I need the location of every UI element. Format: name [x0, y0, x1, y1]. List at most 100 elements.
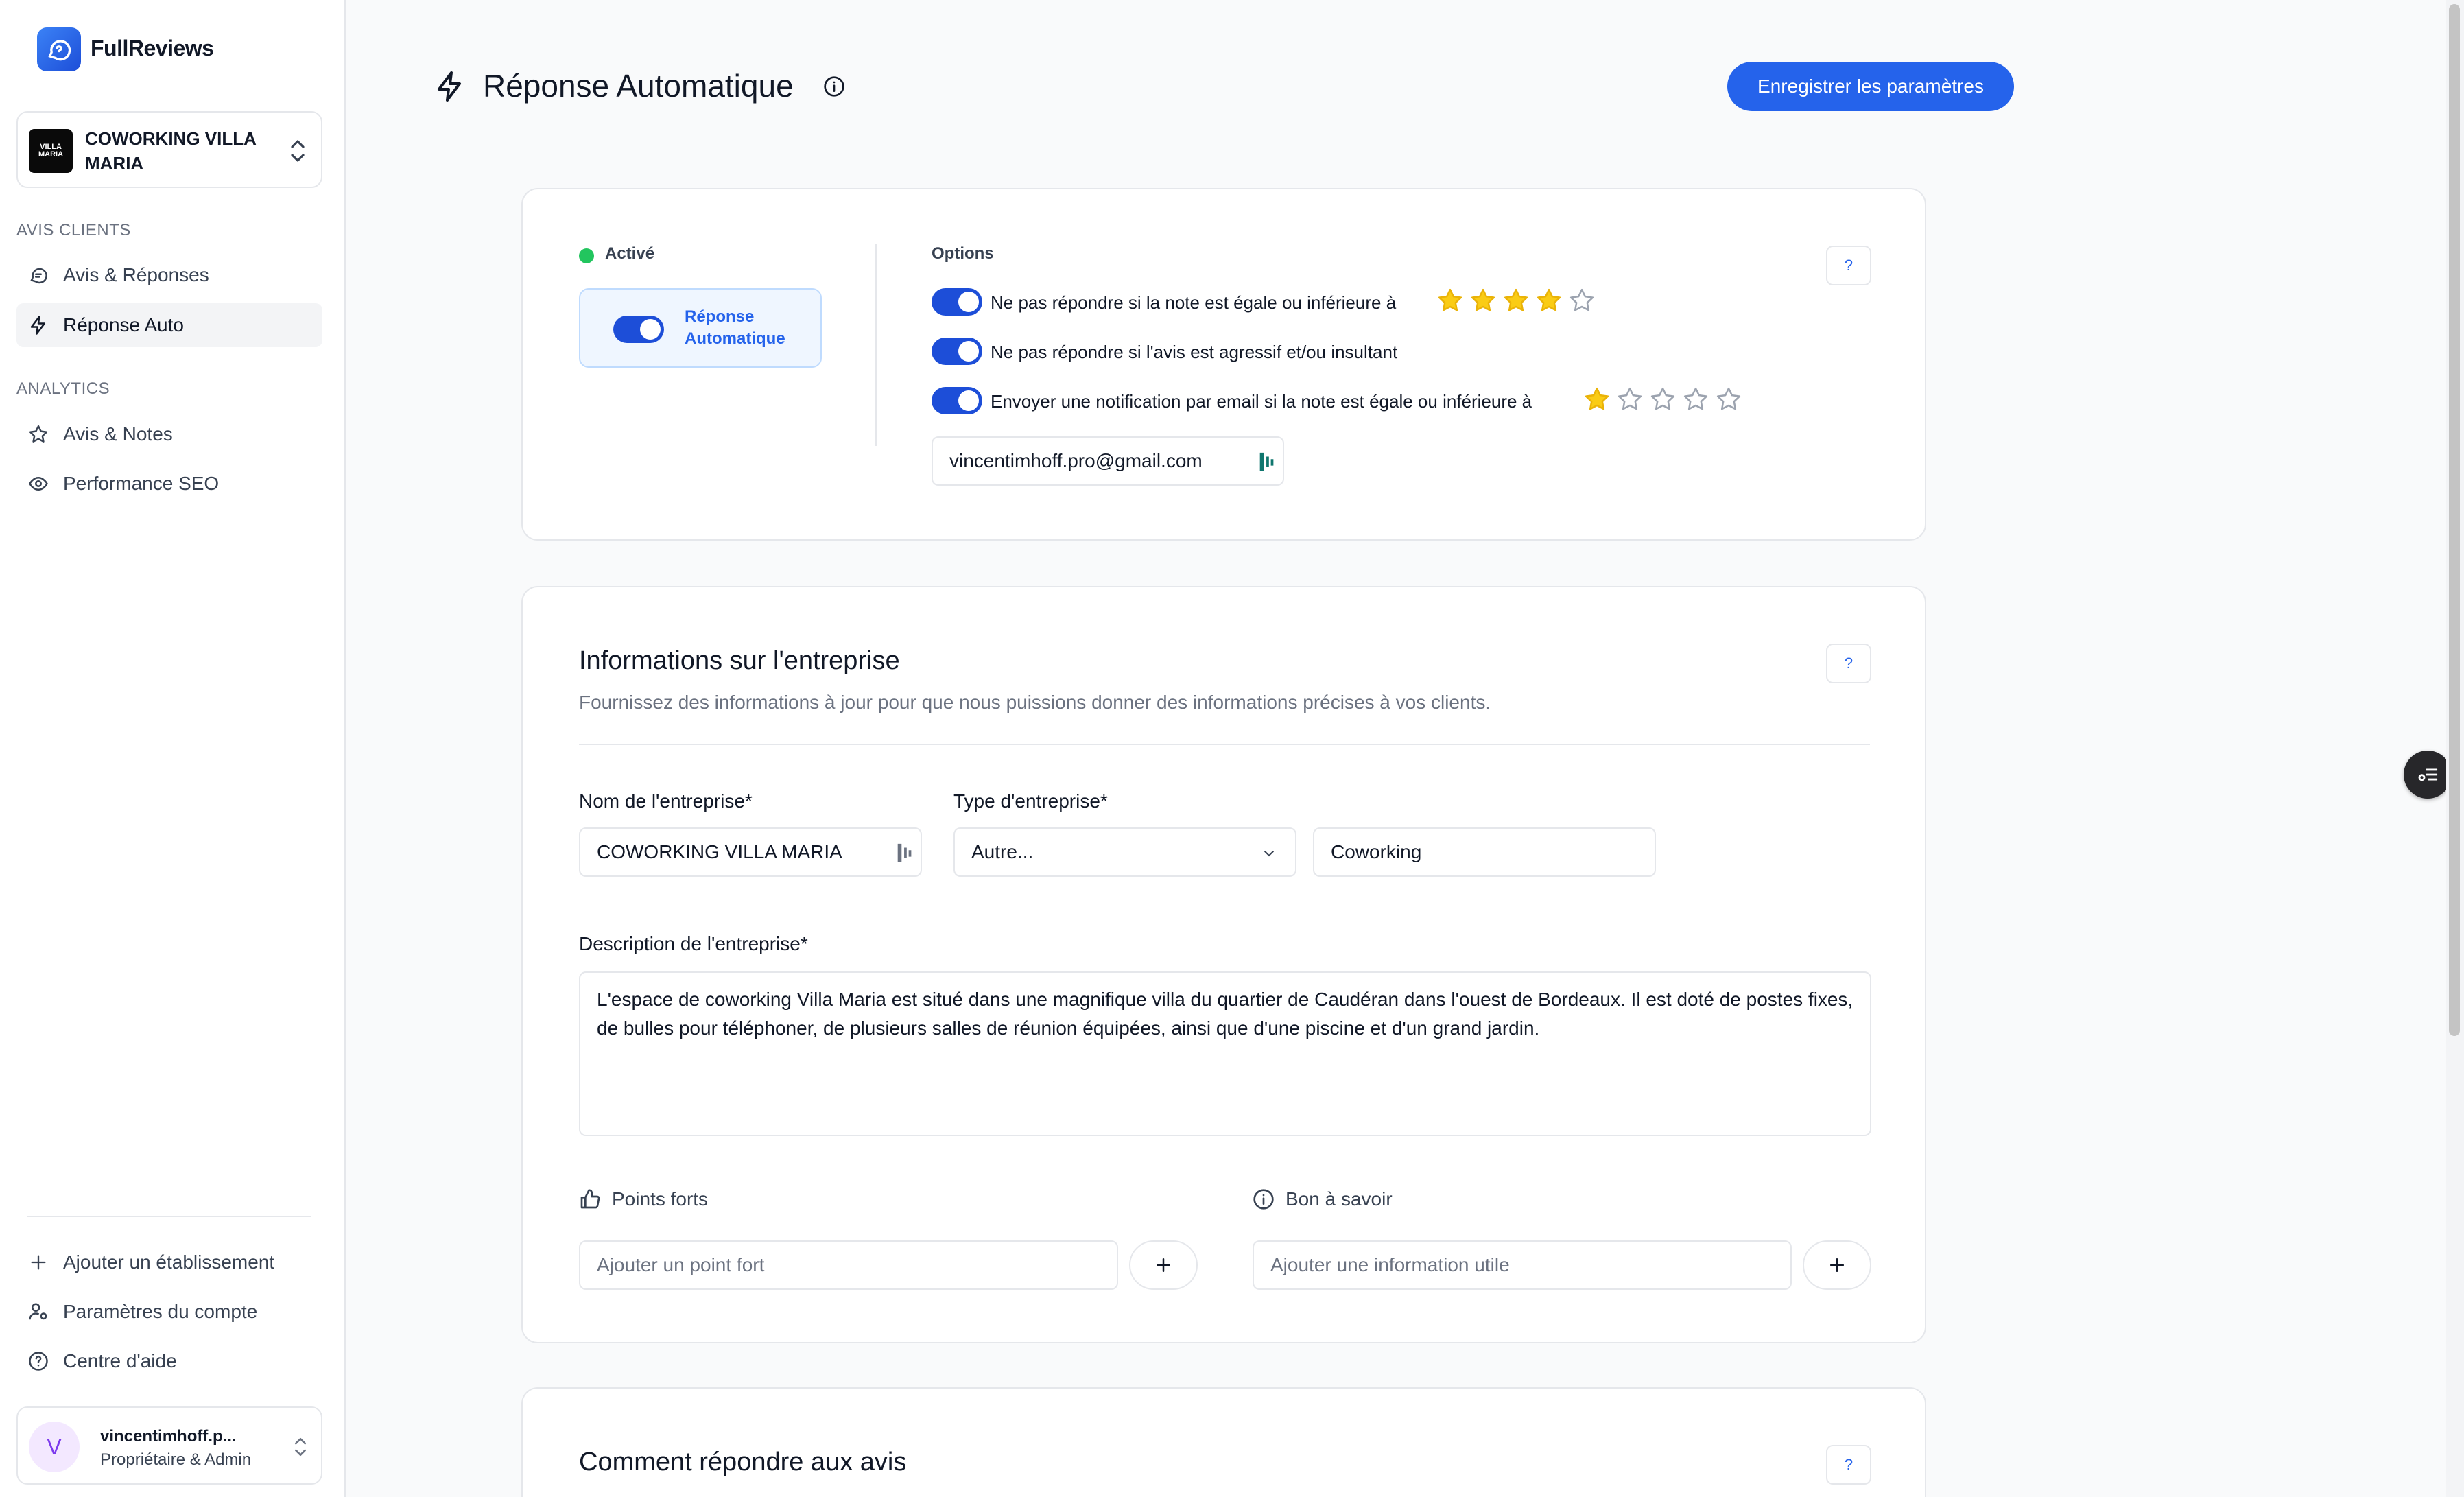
- bolt-icon: [27, 314, 49, 336]
- sidebar-item-label: Avis & Notes: [63, 423, 173, 445]
- reply-style-title: Comment répondre aux avis: [579, 1448, 907, 1476]
- auto-reply-toggle[interactable]: [613, 316, 664, 343]
- user-name: vincentimhoff.p...: [100, 1427, 237, 1446]
- business-type-label: Type d'entreprise*: [953, 790, 1108, 812]
- help-button[interactable]: ?: [1826, 1445, 1871, 1485]
- star-empty-icon[interactable]: [1649, 386, 1677, 413]
- app-name: FullReviews: [91, 36, 214, 60]
- avatar: V: [29, 1422, 80, 1472]
- sidebar-item-add-establishment[interactable]: Ajouter un établissement: [16, 1240, 322, 1284]
- sidebar-item-avis-notes[interactable]: Avis & Notes: [16, 412, 322, 456]
- business-selector[interactable]: VILLA MARIA COWORKING VILLA MARIA: [16, 111, 322, 188]
- section-label-avis-clients: AVIS CLIENTS: [16, 221, 131, 239]
- rating-stars-min-rating: [1436, 287, 1596, 314]
- add-strength-button[interactable]: [1129, 1240, 1198, 1290]
- star-empty-icon[interactable]: [1682, 386, 1709, 413]
- star-filled-icon[interactable]: [1502, 287, 1530, 314]
- sidebar-item-label: Performance SEO: [63, 473, 220, 494]
- section-divider: [579, 744, 1870, 745]
- business-name-label: Nom de l'entreprise*: [579, 790, 753, 812]
- notification-email-input[interactable]: vincentimhoff.pro@gmail.com: [932, 436, 1284, 486]
- sidebar-item-performance-seo[interactable]: Performance SEO: [16, 462, 322, 506]
- autofill-icon: [897, 843, 912, 862]
- page-title: Réponse Automatique: [483, 68, 794, 104]
- floating-menu-button[interactable]: [2404, 751, 2452, 799]
- chevron-up-down-icon: [291, 140, 305, 162]
- good-to-know-label-text: Bon à savoir: [1286, 1188, 1393, 1210]
- sidebar-item-account-settings[interactable]: Paramètres du compte: [16, 1290, 322, 1334]
- chat-icon: [27, 264, 49, 286]
- user-gear-icon: [27, 1301, 49, 1323]
- list-settings-icon: [2418, 768, 2438, 781]
- business-type-other-value: Coworking: [1331, 841, 1422, 862]
- star-empty-icon[interactable]: [1568, 287, 1596, 314]
- user-menu[interactable]: V vincentimhoff.p... Propriétaire & Admi…: [16, 1406, 322, 1485]
- star-filled-icon[interactable]: [1436, 287, 1464, 314]
- business-type-select[interactable]: Autre...: [953, 827, 1296, 877]
- business-name-value: COWORKING VILLA MARIA: [597, 841, 842, 862]
- business-name-input[interactable]: COWORKING VILLA MARIA: [579, 827, 922, 877]
- option-toggle-min-rating[interactable]: [932, 288, 982, 316]
- status-indicator: [579, 248, 594, 263]
- chevron-down-icon: [1264, 851, 1274, 857]
- strengths-input[interactable]: Ajouter un point fort: [579, 1240, 1118, 1290]
- sidebar-item-help-center[interactable]: Centre d'aide: [16, 1339, 322, 1383]
- plus-icon: [27, 1251, 49, 1273]
- sidebar-item-label: Ajouter un établissement: [63, 1251, 275, 1273]
- business-info-card: Informations sur l'entreprise Fournissez…: [521, 586, 1926, 1343]
- status-text: Activé: [605, 244, 655, 263]
- option-toggle-aggressive[interactable]: [932, 338, 982, 365]
- auto-reply-toggle-box[interactable]: Réponse Automatique: [579, 288, 822, 368]
- bolt-icon: [438, 71, 461, 102]
- star-icon: [27, 423, 49, 445]
- chevron-up-down-icon: [295, 1438, 306, 1456]
- good-to-know-label: Bon à savoir: [1253, 1188, 1393, 1210]
- description-textarea[interactable]: L'espace de coworking Villa Maria est si…: [579, 971, 1871, 1136]
- star-empty-icon[interactable]: [1715, 386, 1742, 413]
- autofill-icon: [1259, 452, 1274, 471]
- reply-style-card: Comment répondre aux avis ?: [521, 1387, 1926, 1497]
- star-filled-icon[interactable]: [1583, 386, 1611, 413]
- app-logo-icon[interactable]: [37, 27, 81, 71]
- sidebar-item-label: Centre d'aide: [63, 1350, 177, 1371]
- section-label-analytics: ANALYTICS: [16, 379, 110, 398]
- info-icon[interactable]: [823, 75, 845, 97]
- option-text-aggressive: Ne pas répondre si l'avis est agressif e…: [991, 342, 1398, 362]
- sidebar-item-avis-reponses[interactable]: Avis & Réponses: [16, 253, 322, 297]
- business-type-value: Autre...: [971, 841, 1034, 862]
- notification-email-value: vincentimhoff.pro@gmail.com: [949, 450, 1203, 471]
- options-label: Options: [932, 244, 994, 263]
- sidebar-item-label: Réponse Auto: [63, 314, 184, 335]
- strengths-label-text: Points forts: [612, 1188, 709, 1210]
- option-text-min-rating: Ne pas répondre si la note est égale ou …: [991, 292, 1397, 313]
- option-toggle-email-notify[interactable]: [932, 387, 982, 414]
- plus-icon: [1157, 1258, 1170, 1272]
- auto-reply-card: Activé Réponse Automatique Options ? Ne …: [521, 188, 1926, 541]
- option-text-email-notify: Envoyer une notification par email si la…: [991, 391, 1532, 412]
- help-circle-icon: [27, 1350, 49, 1372]
- eye-icon: [27, 473, 49, 495]
- save-settings-button[interactable]: Enregistrer les paramètres: [1727, 62, 2014, 111]
- help-button[interactable]: ?: [1826, 246, 1871, 285]
- business-type-other-input[interactable]: Coworking: [1313, 827, 1656, 877]
- add-good-to-know-button[interactable]: [1803, 1240, 1871, 1290]
- auto-reply-toggle-label: Réponse Automatique: [685, 307, 785, 348]
- thumbs-up-icon: [580, 1189, 600, 1209]
- info-icon: [1253, 1189, 1274, 1210]
- business-info-title: Informations sur l'entreprise: [579, 646, 900, 675]
- star-filled-icon[interactable]: [1535, 287, 1563, 314]
- user-role: Propriétaire & Admin: [100, 1450, 252, 1469]
- plus-icon: [1830, 1258, 1844, 1272]
- good-to-know-input[interactable]: Ajouter une information utile: [1253, 1240, 1792, 1290]
- star-empty-icon[interactable]: [1616, 386, 1644, 413]
- business-logo: VILLA MARIA: [29, 129, 73, 173]
- star-filled-icon[interactable]: [1469, 287, 1497, 314]
- scrollbar-thumb[interactable]: [2449, 4, 2460, 1036]
- business-info-subtitle: Fournissez des informations à jour pour …: [579, 692, 1491, 713]
- sidebar-item-reponse-auto[interactable]: Réponse Auto: [16, 303, 322, 347]
- help-button[interactable]: ?: [1826, 644, 1871, 683]
- vertical-divider: [875, 244, 877, 446]
- sidebar: FullReviews VILLA MARIA COWORKING VILLA …: [0, 0, 346, 1497]
- sidebar-item-label: Avis & Réponses: [63, 264, 209, 285]
- rating-stars-email-notify: [1583, 386, 1742, 413]
